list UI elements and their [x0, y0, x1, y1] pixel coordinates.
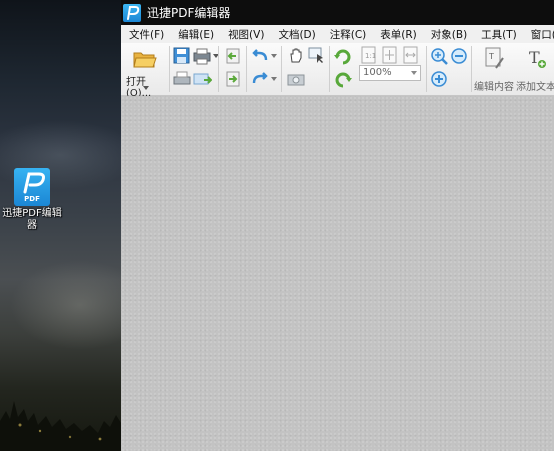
app-logo-icon [123, 3, 141, 22]
add-text-button[interactable]: T 添加文本 [514, 44, 554, 94]
menu-object[interactable]: 对象(B) [431, 27, 467, 42]
menu-form[interactable]: 表单(R) [380, 27, 417, 42]
zoom-out-icon[interactable] [450, 47, 470, 65]
window-title: 迅捷PDF编辑器 [147, 6, 231, 20]
menu-document[interactable]: 文档(D) [278, 27, 315, 42]
previous-page-icon[interactable] [223, 47, 243, 65]
chevron-down-icon[interactable] [271, 54, 277, 58]
next-page-icon[interactable] [223, 70, 243, 88]
email-icon[interactable] [192, 70, 212, 88]
select-text-icon[interactable] [307, 46, 327, 64]
fit-width-icon[interactable] [401, 46, 421, 64]
zoom-in-icon[interactable] [430, 47, 450, 65]
zoom-select[interactable]: 100% [359, 65, 421, 81]
fit-page-icon[interactable] [380, 46, 400, 64]
print-icon[interactable] [172, 70, 192, 88]
rotate-counterclockwise-icon[interactable] [333, 70, 353, 88]
edit-content-label: 编辑内容 [474, 82, 514, 93]
menu-bar: 文件(F) 编辑(E) 视图(V) 文档(D) 注释(C) 表单(R) 对象(B… [121, 25, 554, 43]
save-icon[interactable] [172, 47, 192, 65]
cloud [10, 260, 121, 350]
pdf-badge-text: PDF [24, 195, 40, 203]
desktop-background: PDF 迅捷PDF编辑器 [0, 0, 121, 451]
title-bar[interactable]: 迅捷PDF编辑器 [121, 0, 554, 25]
trees-silhouette [0, 401, 121, 451]
desktop-shortcut-pdf-editor[interactable]: PDF 迅捷PDF编辑器 [2, 168, 62, 232]
actual-size-icon[interactable]: 1:1 [359, 46, 379, 64]
chevron-down-icon [143, 86, 149, 90]
hand-tool-icon[interactable] [286, 46, 306, 64]
rotate-clockwise-icon[interactable] [333, 47, 353, 65]
zoom-value: 100% [363, 67, 392, 78]
redo-icon[interactable] [250, 70, 270, 88]
menu-view[interactable]: 视图(V) [228, 27, 264, 42]
svg-text:1:1: 1:1 [365, 52, 376, 60]
chevron-down-icon [411, 71, 417, 75]
edit-content-icon: T [485, 47, 504, 69]
zoom-plus-icon[interactable] [430, 70, 450, 88]
add-text-label: 添加文本 [516, 82, 554, 93]
folder-open-icon [133, 52, 157, 68]
svg-text:T: T [488, 52, 494, 61]
menu-comment[interactable]: 注释(C) [330, 27, 367, 42]
menu-window[interactable]: 窗口(W) [531, 27, 554, 42]
desktop-icon-label: 迅捷PDF编辑器 [2, 208, 62, 231]
undo-icon[interactable] [250, 47, 270, 65]
menu-tools[interactable]: 工具(T) [481, 27, 517, 42]
printer-icon[interactable] [192, 47, 212, 65]
snapshot-camera-icon[interactable] [286, 70, 306, 88]
chevron-down-icon[interactable] [271, 77, 277, 81]
toolbar: 打开(O)... 1:1 100% T 编辑内容 T 添加文本 [121, 43, 554, 99]
add-text-icon: T [529, 48, 546, 68]
menu-edit[interactable]: 编辑(E) [178, 27, 214, 42]
app-window: 迅捷PDF编辑器 文件(F) 编辑(E) 视图(V) 文档(D) 注释(C) 表… [121, 0, 554, 451]
pdf-editor-app-icon: PDF [14, 168, 50, 206]
edit-content-button[interactable]: T 编辑内容 [474, 44, 514, 94]
menu-file[interactable]: 文件(F) [129, 27, 164, 42]
open-button[interactable]: 打开(O)... [123, 44, 167, 99]
document-canvas[interactable] [121, 96, 554, 451]
